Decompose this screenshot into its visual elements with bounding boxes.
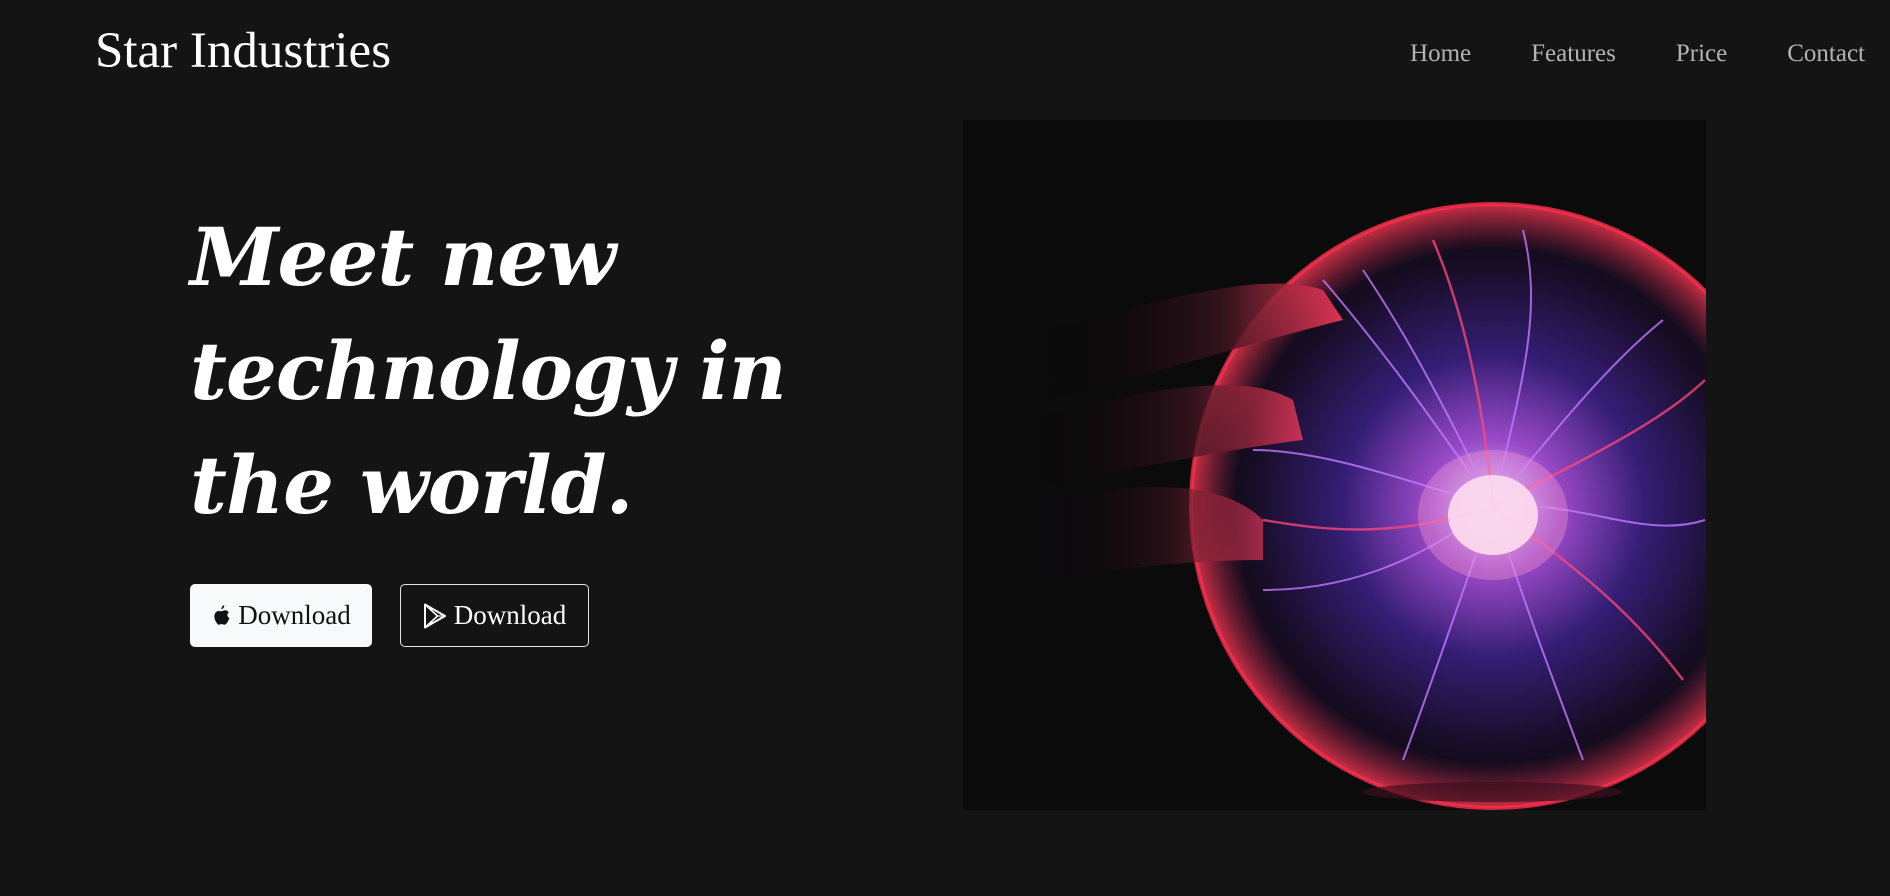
apple-icon [211, 604, 231, 628]
nav-link-home[interactable]: Home [1410, 36, 1471, 72]
google-play-download-label: Download [453, 600, 567, 630]
nav-link-contact[interactable]: Contact [1787, 36, 1865, 72]
apple-download-button[interactable]: Download [190, 584, 372, 647]
plasma-ball-image [963, 120, 1706, 810]
google-play-download-button[interactable]: Download [400, 584, 589, 647]
brand-logo[interactable]: Star Industries [95, 19, 391, 83]
google-play-icon [423, 603, 447, 629]
hero-title: Meet new technology in the world. [190, 210, 787, 532]
nav-link-features[interactable]: Features [1531, 36, 1616, 72]
navbar: Star Industries Home Features Price Cont… [0, 0, 1890, 104]
nav-link-price[interactable]: Price [1676, 36, 1727, 72]
nav-links: Home Features Price Contact [1410, 36, 1865, 72]
apple-download-label: Download [238, 600, 351, 630]
